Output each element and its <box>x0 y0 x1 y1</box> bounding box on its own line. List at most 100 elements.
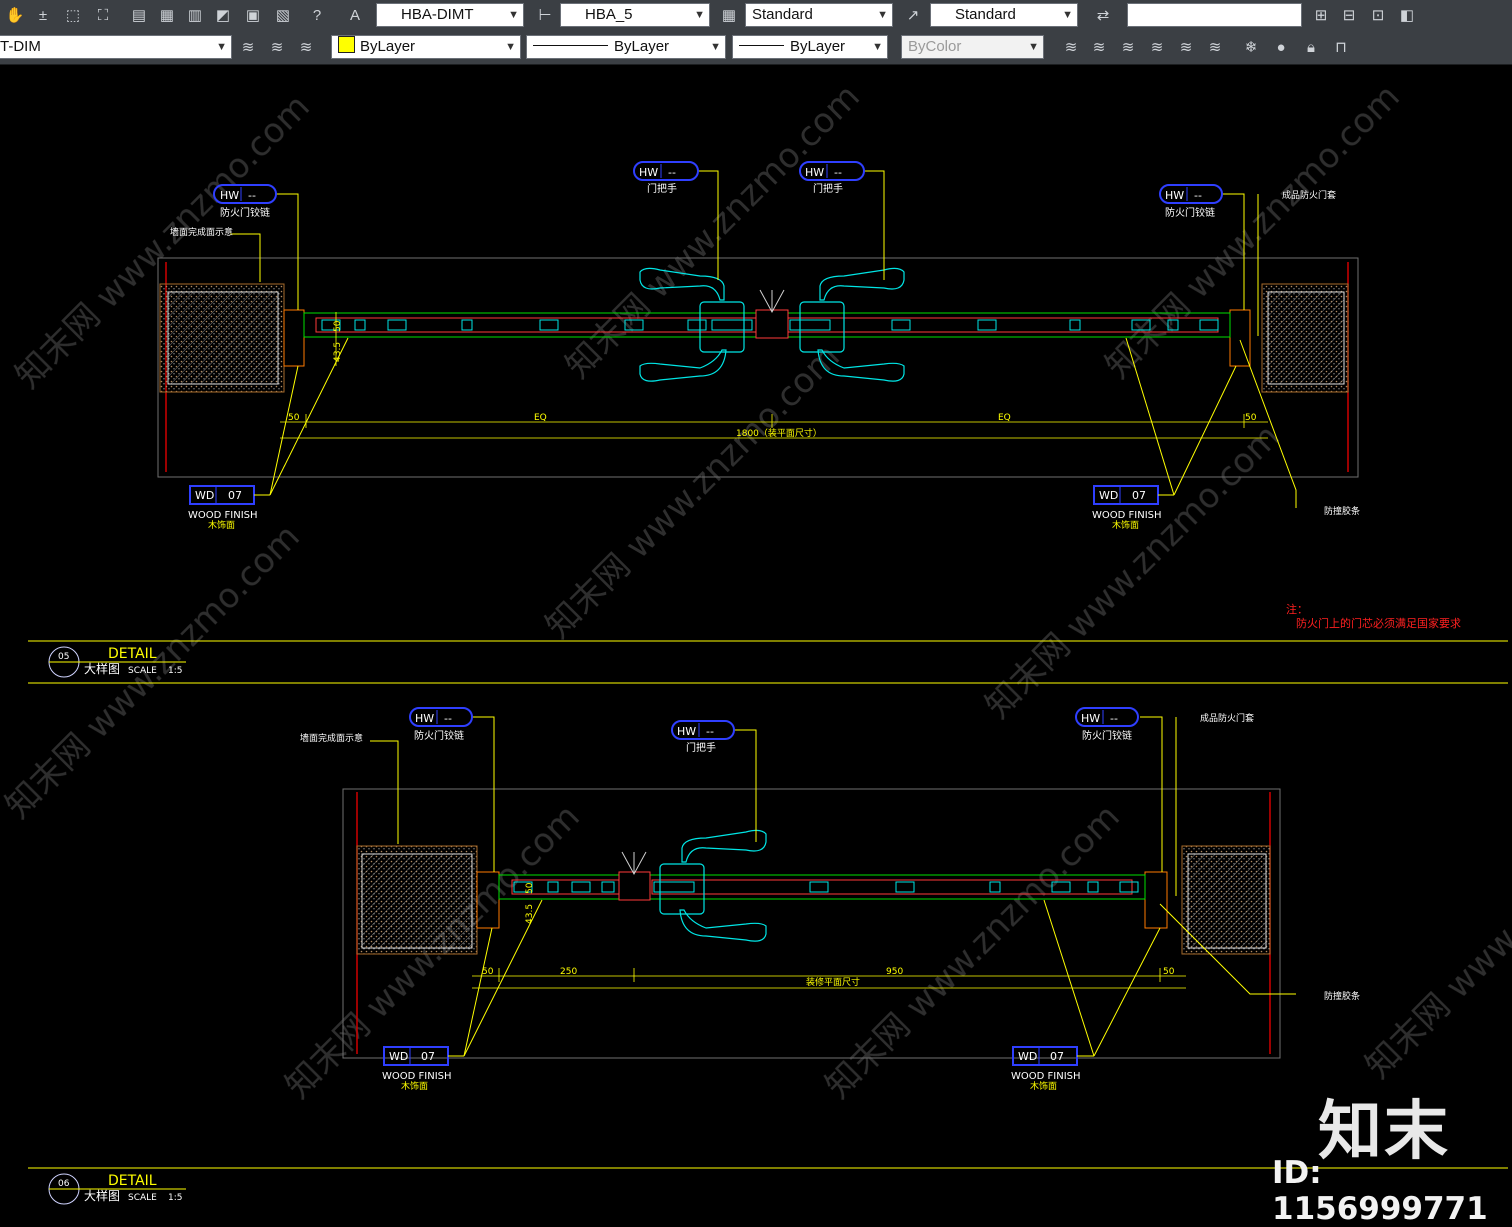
frame-note: 成品防火门套 <box>1200 712 1254 724</box>
help-icon[interactable]: ? <box>306 5 328 27</box>
watermark-text: 知末网 www.znzmo.com <box>1098 77 1408 387</box>
svg-text:07: 07 <box>421 1050 435 1063</box>
lineweight-combo[interactable]: ByLayer ▼ <box>732 35 888 59</box>
color-value: ByLayer <box>360 38 416 55</box>
svg-text:门把手: 门把手 <box>686 741 716 754</box>
svg-text:HW: HW <box>220 189 239 202</box>
chevron-down-icon: ▼ <box>710 41 721 53</box>
layer-value: T-DIM <box>0 38 41 55</box>
svg-text:05: 05 <box>58 652 69 662</box>
svg-text:HW: HW <box>415 712 434 725</box>
svg-text:门把手: 门把手 <box>813 182 843 195</box>
properties-icon[interactable]: ▤ <box>128 5 150 27</box>
hw-tag: HW -- 防火门铰链 <box>409 707 473 742</box>
zoom-previous-icon[interactable]: ⛶ <box>92 5 114 27</box>
dim-style-icon[interactable]: ⊢ <box>534 5 556 27</box>
watermark-text: 知末网 www.znzmo.com <box>1358 777 1512 1087</box>
toolbar-row-1: ✋ ± ⬚ ⛶ ▤ ▦ ▥ ◩ ▣ ▧ ? A HBA-DIMT ▼ ⊢ HBA_… <box>0 0 1512 33</box>
svg-text:--: -- <box>1110 712 1118 725</box>
watermark-text: 知末网 www.znzmo.com <box>978 417 1288 727</box>
linetype-sample <box>533 45 608 46</box>
lineweight-value: ByLayer <box>790 38 846 55</box>
svg-text:防火门铰链: 防火门铰链 <box>414 729 464 742</box>
plotstyle-value: ByColor <box>908 38 962 55</box>
markup-icon[interactable]: ▣ <box>242 5 264 27</box>
lock-icon[interactable]: 🔒︎ <box>1300 37 1322 59</box>
new-viewport-icon[interactable]: ⊞ <box>1310 5 1332 27</box>
tablestyle-combo[interactable]: Standard ▼ <box>745 3 893 27</box>
search-field[interactable] <box>1127 3 1302 27</box>
svg-text:--: -- <box>834 166 842 179</box>
viewport-scale-icon[interactable]: ⊡ <box>1367 5 1389 27</box>
svg-text:50: 50 <box>525 882 535 894</box>
svg-text:WOOD FINISH: WOOD FINISH <box>1011 1071 1081 1082</box>
svg-text:木饰面: 木饰面 <box>208 519 235 531</box>
layout-icon[interactable]: ◧ <box>1396 5 1418 27</box>
tool-palettes-icon[interactable]: ▥ <box>184 5 206 27</box>
viewport-clip-icon[interactable]: ⊟ <box>1338 5 1360 27</box>
design-center-icon[interactable]: ▦ <box>156 5 178 27</box>
strip-note: 防撞胶条 <box>1324 990 1360 1002</box>
layer-merge-icon[interactable]: ≋ <box>1204 37 1226 59</box>
svg-text:950: 950 <box>886 967 903 977</box>
make-current-layer-icon[interactable]: ≋ <box>295 37 317 59</box>
linetype-combo[interactable]: ByLayer ▼ <box>526 35 726 59</box>
layer-match-icon[interactable]: ≋ <box>1146 37 1168 59</box>
text-style-icon[interactable]: A <box>344 5 366 27</box>
light-bulb-icon[interactable]: ● <box>1270 37 1292 59</box>
svg-text:1:5: 1:5 <box>168 666 182 676</box>
svg-text:WD: WD <box>195 489 214 502</box>
drawing-canvas[interactable]: 知末网 www.znzmo.com 知末网 www.znzmo.com 知末网 … <box>0 66 1512 1227</box>
sheet-set-icon[interactable]: ◩ <box>212 5 234 27</box>
mleaderstyle-value: Standard <box>955 6 1016 23</box>
table-style-icon[interactable]: ▦ <box>718 5 740 27</box>
wd-tag: WD 07 WOOD FINISH 木饰面 <box>382 1046 464 1092</box>
mleaderstyle-combo[interactable]: Standard ▼ <box>930 3 1078 27</box>
svg-text:木饰面: 木饰面 <box>1030 1080 1057 1092</box>
linetype-value: ByLayer <box>614 38 670 55</box>
freeze-icon[interactable]: ❄ <box>1240 37 1262 59</box>
svg-text:SCALE: SCALE <box>128 666 157 676</box>
pan-hand-icon[interactable]: ✋ <box>4 5 26 27</box>
lineweight-sample <box>739 45 784 46</box>
textstyle-combo[interactable]: HBA_5 ▼ <box>560 3 710 27</box>
layer-properties-icon[interactable]: ≋ <box>237 37 259 59</box>
svg-text:HW: HW <box>677 725 696 738</box>
calculator-icon[interactable]: ▧ <box>272 5 294 27</box>
unlock-icon[interactable]: ⊓ <box>1330 37 1352 59</box>
svg-text:WD: WD <box>1099 489 1118 502</box>
svg-text:WOOD FINISH: WOOD FINISH <box>1092 510 1162 521</box>
svg-text:07: 07 <box>1050 1050 1064 1063</box>
svg-text:防火门铰链: 防火门铰链 <box>1165 206 1215 219</box>
layer-walk-icon[interactable]: ≋ <box>1175 37 1197 59</box>
svg-text:HW: HW <box>639 166 658 179</box>
plotstyle-combo[interactable]: ByColor ▼ <box>901 35 1044 59</box>
textstyle-value: HBA_5 <box>585 6 633 23</box>
svg-text:--: -- <box>1194 189 1202 202</box>
svg-text:06: 06 <box>58 1179 70 1189</box>
svg-text:HW: HW <box>1165 189 1184 202</box>
layer-combo[interactable]: T-DIM ▼ <box>0 35 232 59</box>
svg-text:--: -- <box>248 189 256 202</box>
mleader-style-icon[interactable]: ↗ <box>902 5 924 27</box>
match-properties-icon[interactable]: ⇄ <box>1092 5 1114 27</box>
dimstyle-combo[interactable]: HBA-DIMT ▼ <box>376 3 524 27</box>
svg-text:50: 50 <box>333 320 343 332</box>
chevron-down-icon: ▼ <box>1028 41 1039 53</box>
svg-text:木饰面: 木饰面 <box>1112 519 1139 531</box>
chevron-down-icon: ▼ <box>694 9 705 21</box>
layer-states-icon[interactable]: ≋ <box>266 37 288 59</box>
zoom-realtime-icon[interactable]: ± <box>32 5 54 27</box>
layer-isolate-icon[interactable]: ≋ <box>1088 37 1110 59</box>
layer-unisolate-icon[interactable]: ≋ <box>1117 37 1139 59</box>
svg-text:DETAIL: DETAIL <box>108 646 157 662</box>
layer-previous-icon[interactable]: ≋ <box>1060 37 1082 59</box>
hw-tag: HW -- 门把手 <box>671 720 735 754</box>
frame-note: 成品防火门套 <box>1282 189 1336 201</box>
note-text: 防火门上的门芯必须满足国家要求 <box>1296 616 1461 630</box>
zoom-window-icon[interactable]: ⬚ <box>62 5 84 27</box>
note-title: 注： <box>1286 602 1308 616</box>
chevron-down-icon: ▼ <box>508 9 519 21</box>
color-combo[interactable]: ByLayer ▼ <box>331 35 521 59</box>
svg-text:门把手: 门把手 <box>647 182 677 195</box>
